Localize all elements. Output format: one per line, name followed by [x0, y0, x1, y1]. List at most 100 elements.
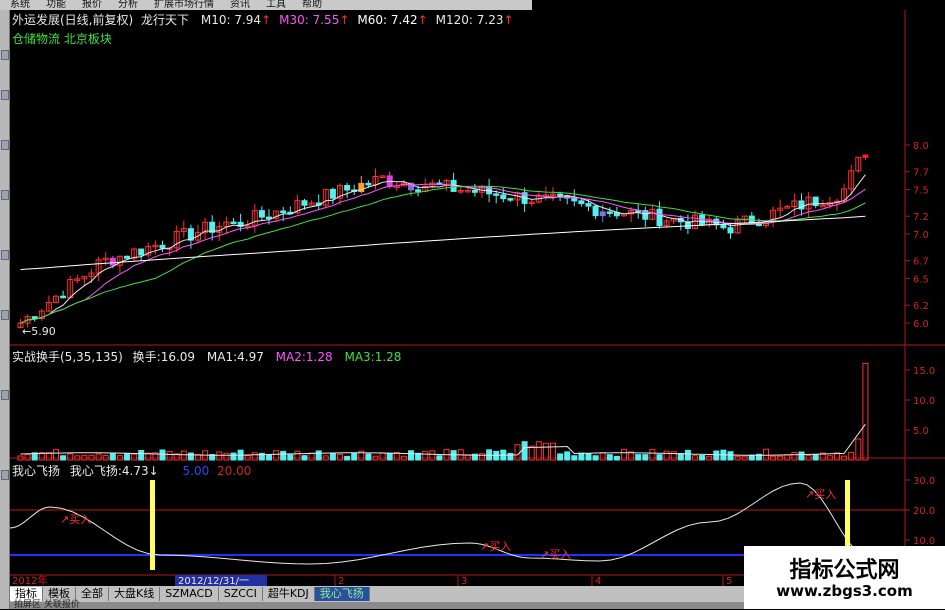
candle: [74, 274, 81, 284]
price-tick-label: 6.0: [913, 319, 929, 330]
volume-bar: [862, 362, 869, 461]
volume-bar: [564, 451, 571, 461]
menu-item-0[interactable]: 系统: [10, 0, 30, 10]
candle: [45, 295, 52, 313]
tab-5[interactable]: SZCCI: [219, 587, 263, 601]
ma-line-40: [20, 215, 866, 271]
candle: [855, 156, 862, 174]
toolbar-button[interactable]: [1, 90, 9, 100]
low-price-label: ←5.90: [22, 325, 56, 338]
candle: [202, 217, 209, 239]
menu-item-6[interactable]: 工具: [266, 0, 286, 10]
candle: [230, 218, 237, 225]
turnover-value: 16.09: [160, 350, 196, 364]
volume-bar: [812, 454, 819, 461]
volume-bar: [606, 454, 613, 461]
menu-item-2[interactable]: 报价: [82, 0, 102, 10]
candle: [663, 218, 670, 228]
price-tick-label: 6.2: [913, 301, 929, 312]
toolbar-button[interactable]: [1, 250, 9, 260]
candle: [393, 182, 400, 191]
toolbar-button[interactable]: [1, 50, 9, 60]
toolbar-button[interactable]: [1, 190, 9, 200]
volume-bar: [273, 450, 280, 461]
volume-bar: [408, 450, 414, 461]
candle: [784, 205, 791, 209]
candle: [677, 215, 684, 231]
menu-item-1[interactable]: 功能: [46, 0, 66, 10]
menu-bar: 系统 功能 报价 分析 扩展市场行情 资讯 工具 帮助: [0, 0, 532, 10]
tab-0[interactable]: 指标: [10, 587, 43, 601]
price-tick-label: 7.7: [913, 168, 929, 179]
candle: [251, 203, 258, 233]
volume-bar: [436, 455, 443, 461]
volume-bar: [216, 451, 223, 461]
candle: [116, 255, 123, 274]
menu-item-7[interactable]: 帮助: [302, 0, 322, 10]
price-tick-label: 6.7: [913, 257, 929, 268]
oscillator-name: 我心飞扬: [12, 464, 61, 478]
tab-6[interactable]: 超牛KDJ: [263, 587, 315, 601]
volume-bar: [351, 452, 358, 461]
candle: [358, 176, 365, 194]
oscillator-tick-label: 20.0: [913, 506, 935, 517]
volume-bar: [578, 452, 585, 461]
menu-item-3[interactable]: 分析: [118, 0, 138, 10]
candle: [770, 206, 777, 228]
candle: [152, 240, 159, 255]
volume-bar: [493, 450, 500, 461]
candle: [592, 204, 599, 220]
price-tick-label: 8.0: [913, 141, 929, 152]
month-label: 3: [461, 576, 467, 586]
candle: [329, 187, 336, 204]
candle: [450, 172, 457, 192]
price-tick-label: 6.5: [913, 275, 929, 286]
ma-line-5: [20, 174, 866, 324]
candle: [642, 206, 649, 227]
watermark-url: www.zbgs3.com: [776, 582, 913, 600]
buy-signal-label: ↗买入: [540, 548, 571, 561]
left-toolbar: [0, 10, 10, 609]
upper-level: 20.00: [217, 464, 252, 478]
toolbar-button[interactable]: [1, 140, 9, 150]
menu-item-4[interactable]: 扩展市场行情: [154, 0, 214, 10]
candle: [713, 216, 720, 230]
candle: [862, 154, 869, 161]
volume-bar: [294, 450, 301, 461]
volume-bar: [507, 452, 514, 461]
toolbar-button[interactable]: [1, 390, 9, 400]
volume-bar: [791, 451, 798, 461]
tab-4[interactable]: SZMACD: [160, 587, 219, 601]
kline-chart[interactable]: 8.0 7.7 7.5 7.2 7.0 6.7 6.5 6.2 6.0 ←5.90 15.0 10.0…: [10, 10, 945, 586]
volume-bar: [663, 450, 670, 461]
tab-1[interactable]: 模板: [43, 587, 76, 601]
volume-bar: [642, 454, 649, 461]
toolbar-button[interactable]: [1, 310, 9, 320]
tab-2[interactable]: 全部: [76, 587, 109, 601]
month-label: 4: [595, 576, 601, 586]
volume-bar: [550, 442, 556, 461]
tab-7[interactable]: 我心飞扬: [314, 587, 370, 601]
candle: [635, 203, 642, 219]
candle: [606, 207, 613, 218]
volume-bar: [784, 454, 791, 461]
price-tick-label: 7.5: [913, 186, 929, 197]
month-label: 5: [726, 576, 732, 586]
menu-item-5[interactable]: 资讯: [230, 0, 250, 10]
volume-bar: [166, 451, 173, 461]
toolbar-button[interactable]: [1, 470, 9, 480]
volume-header: 实战换手(5,35,135) 换手:16.09 MA1:4.97 MA2:1.2…: [12, 348, 401, 365]
volume-bar: [308, 452, 315, 461]
volume-bar: [109, 453, 116, 461]
candle: [38, 309, 45, 322]
tab-3[interactable]: 大盘K线: [109, 587, 161, 601]
candle: [344, 182, 351, 199]
volume-bar: [301, 455, 308, 461]
oscillator-tick-label: 30.0: [913, 476, 935, 487]
ma3-label: MA3:: [344, 350, 375, 364]
buy-signal-label: ↗买入: [480, 540, 511, 553]
oscillator-label: 我心飞扬:: [69, 464, 122, 478]
turnover-label: 换手:: [132, 350, 161, 364]
candle: [351, 184, 358, 196]
volume-bar: [479, 453, 485, 461]
